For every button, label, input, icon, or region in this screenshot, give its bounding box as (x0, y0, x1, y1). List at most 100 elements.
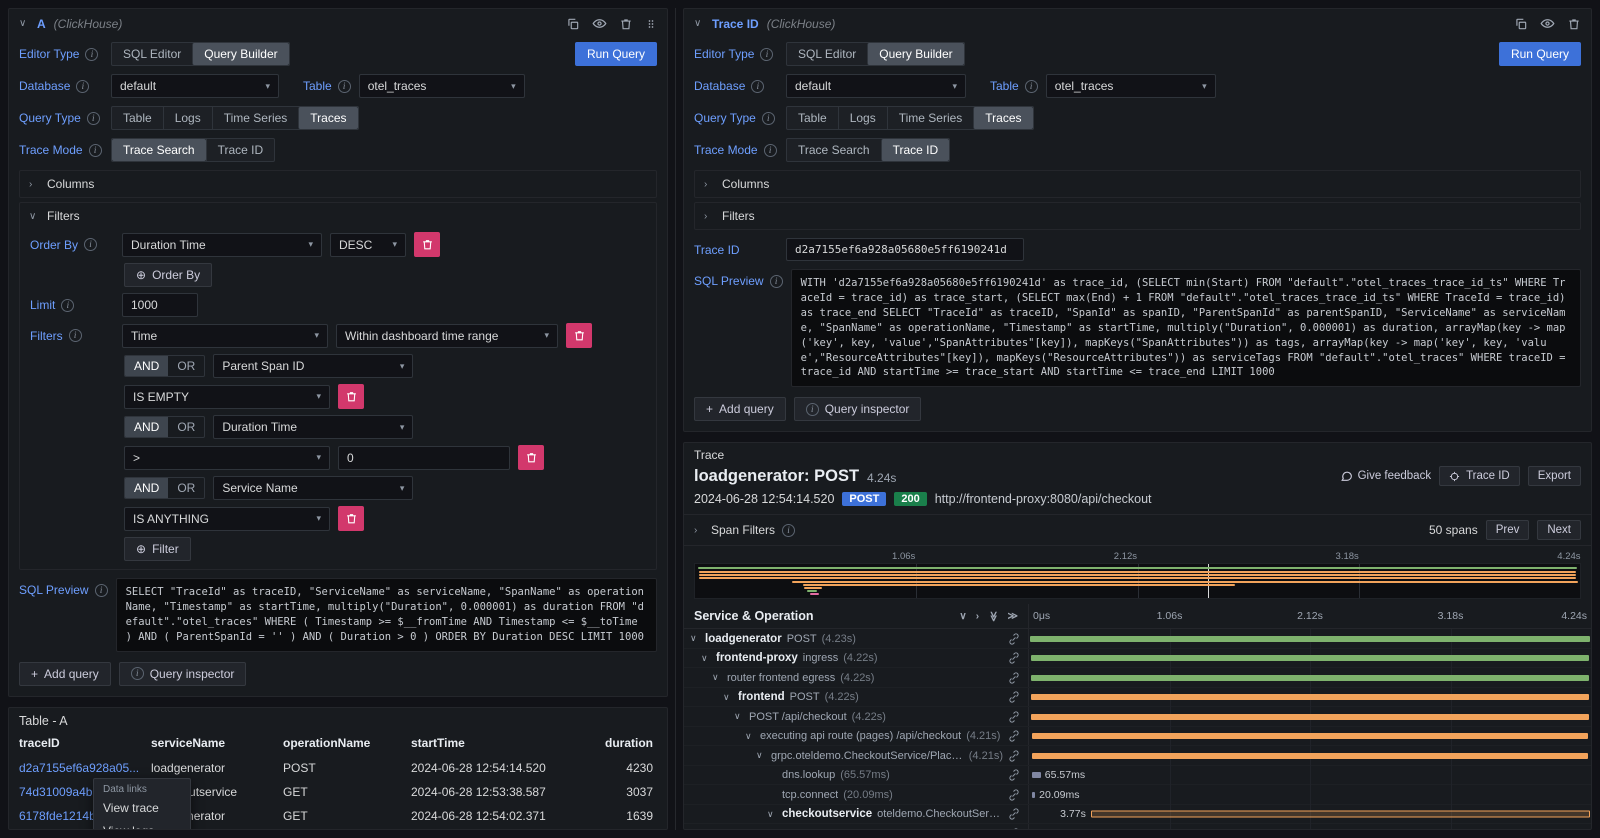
link-icon[interactable] (1008, 769, 1028, 781)
trace-id-option[interactable]: Trace ID (206, 139, 275, 161)
span-row[interactable]: ∨ dns.lookup (65.57ms) 65.57ms (684, 766, 1591, 786)
delete-query-icon[interactable] (1567, 17, 1581, 31)
give-feedback-button[interactable]: Give feedback (1340, 470, 1432, 483)
limit-input[interactable] (122, 293, 198, 317)
trace-search-option[interactable]: Trace Search (787, 139, 881, 161)
remove-order-by-button[interactable] (414, 232, 440, 257)
database-select[interactable]: default▾ (786, 74, 966, 98)
chevron-down-icon[interactable]: ∨ (734, 711, 744, 722)
add-query-button[interactable]: +Add query (19, 662, 111, 686)
query-inspector-button[interactable]: iQuery inspector (119, 662, 247, 686)
condition-field-select[interactable]: Service Name▾ (213, 476, 413, 500)
view-logs-menu-item[interactable]: View logs (94, 820, 190, 830)
trace-id-button[interactable]: Trace ID (1439, 466, 1520, 486)
column-header[interactable]: traceID (19, 732, 151, 756)
query-type-table[interactable]: Table (787, 107, 838, 129)
table-select[interactable]: otel_traces▾ (1046, 74, 1216, 98)
link-icon[interactable] (1008, 808, 1028, 820)
column-header[interactable]: duration (583, 732, 657, 756)
drag-handle-icon[interactable] (645, 17, 657, 31)
condition-field-select[interactable]: Parent Span ID▾ (213, 354, 413, 378)
query-builder-option[interactable]: Query Builder (867, 43, 963, 65)
filters-section-toggle[interactable]: ∨ Filters (20, 203, 656, 229)
span-filters-toggle[interactable]: › Span Filters i 50 spans Prev Next (684, 514, 1591, 546)
filter-value-select[interactable]: Within dashboard time range▾ (336, 324, 558, 348)
remove-filter-button[interactable] (566, 323, 592, 348)
collapse-all-icon[interactable]: ≫ (988, 611, 999, 621)
sql-editor-option[interactable]: SQL Editor (112, 43, 192, 65)
remove-condition-button[interactable] (338, 384, 364, 409)
link-icon[interactable] (1008, 633, 1028, 645)
sql-editor-option[interactable]: SQL Editor (787, 43, 867, 65)
span-bar[interactable] (1032, 772, 1040, 778)
span-bar[interactable] (1032, 733, 1588, 739)
span-row[interactable]: ∨ prepareOrderItemsAndShippingQuoteFromC… (684, 824, 1591, 829)
and-or-toggle[interactable]: ANDOR (124, 477, 205, 499)
chevron-down-icon[interactable]: ∨ (712, 672, 722, 683)
chevron-down-icon[interactable]: ∨ (701, 653, 711, 664)
duplicate-query-icon[interactable] (566, 17, 580, 31)
view-trace-menu-item[interactable]: View trace (94, 797, 190, 820)
expand-all-icon[interactable]: ≫ (1008, 611, 1018, 622)
table-select[interactable]: otel_traces▾ (359, 74, 525, 98)
add-query-button[interactable]: +Add query (694, 397, 786, 421)
remove-condition-button[interactable] (338, 506, 364, 531)
order-by-field-select[interactable]: Duration Time▾ (122, 233, 322, 257)
condition-field-select[interactable]: Duration Time▾ (213, 415, 413, 439)
column-header[interactable]: serviceName (151, 732, 283, 756)
chevron-down-icon[interactable]: ∨ (756, 750, 766, 761)
columns-section-toggle[interactable]: › Columns (694, 170, 1581, 198)
trace-id-input[interactable] (786, 238, 1024, 261)
filter-field-select[interactable]: Time▾ (122, 324, 328, 348)
span-row[interactable]: ∨ POST /api/checkout (4.22s) (684, 707, 1591, 727)
collapse-query-icon[interactable]: ∨ (19, 18, 29, 29)
delete-query-icon[interactable] (619, 17, 633, 31)
span-bar[interactable] (1032, 753, 1588, 759)
prev-button[interactable]: Prev (1486, 520, 1530, 540)
query-type-traces[interactable]: Traces (298, 107, 357, 129)
trace-id-option[interactable]: Trace ID (881, 139, 950, 161)
link-icon[interactable] (1008, 828, 1028, 829)
and-or-toggle[interactable]: ANDOR (124, 416, 205, 438)
column-header[interactable]: operationName (283, 732, 411, 756)
span-bar[interactable] (1031, 675, 1590, 681)
chevron-down-icon[interactable]: ∨ (767, 809, 777, 820)
trace-minimap[interactable]: 1.06s 2.12s 3.18s 4.24s (694, 551, 1581, 599)
query-type-time-series[interactable]: Time Series (212, 107, 299, 129)
add-filter-button[interactable]: ⊕Filter (124, 537, 191, 561)
run-query-button[interactable]: Run Query (575, 42, 657, 66)
link-icon[interactable] (1008, 672, 1028, 684)
link-icon[interactable] (1008, 711, 1028, 723)
link-icon[interactable] (1008, 789, 1028, 801)
link-icon[interactable] (1008, 750, 1028, 762)
filters-section-toggle[interactable]: › Filters (694, 202, 1581, 230)
chevron-down-icon[interactable]: ∨ (690, 633, 700, 644)
condition-operator-select[interactable]: IS ANYTHING▾ (124, 507, 330, 531)
collapse-query-icon[interactable]: ∨ (694, 18, 704, 29)
span-bar[interactable] (1031, 714, 1589, 720)
expand-one-icon[interactable]: › (976, 611, 979, 622)
query-type-logs[interactable]: Logs (163, 107, 212, 129)
hide-query-eye-icon[interactable] (592, 16, 607, 31)
export-button[interactable]: Export (1528, 466, 1581, 486)
trace-search-option[interactable]: Trace Search (112, 139, 206, 161)
run-query-button[interactable]: Run Query (1499, 42, 1581, 66)
span-row[interactable]: ∨ checkoutservice oteldemo.CheckoutServi… (684, 805, 1591, 825)
duplicate-query-icon[interactable] (1514, 17, 1528, 31)
remove-condition-button[interactable] (518, 445, 544, 470)
column-divider[interactable] (675, 8, 676, 830)
columns-section-toggle[interactable]: › Columns (19, 170, 657, 198)
span-row[interactable]: ∨ frontend POST (4.22s) (684, 688, 1591, 708)
add-order-by-button[interactable]: ⊕Order By (124, 263, 212, 287)
column-header[interactable]: startTime (411, 732, 583, 756)
chevron-down-icon[interactable]: ∨ (723, 692, 733, 703)
chevron-down-icon[interactable]: ∨ (745, 731, 755, 742)
link-icon[interactable] (1008, 730, 1028, 742)
span-bar[interactable] (1031, 694, 1589, 700)
chevron-down-icon[interactable]: ∨ (778, 828, 788, 829)
table-row[interactable]: d2a7155ef6a928a05... loadgenerator POST … (9, 756, 667, 780)
span-row[interactable]: ∨ tcp.connect (20.09ms) 20.09ms (684, 785, 1591, 805)
condition-operator-select[interactable]: >▾ (124, 446, 330, 470)
query-type-table[interactable]: Table (112, 107, 163, 129)
span-bar[interactable] (1030, 636, 1590, 642)
